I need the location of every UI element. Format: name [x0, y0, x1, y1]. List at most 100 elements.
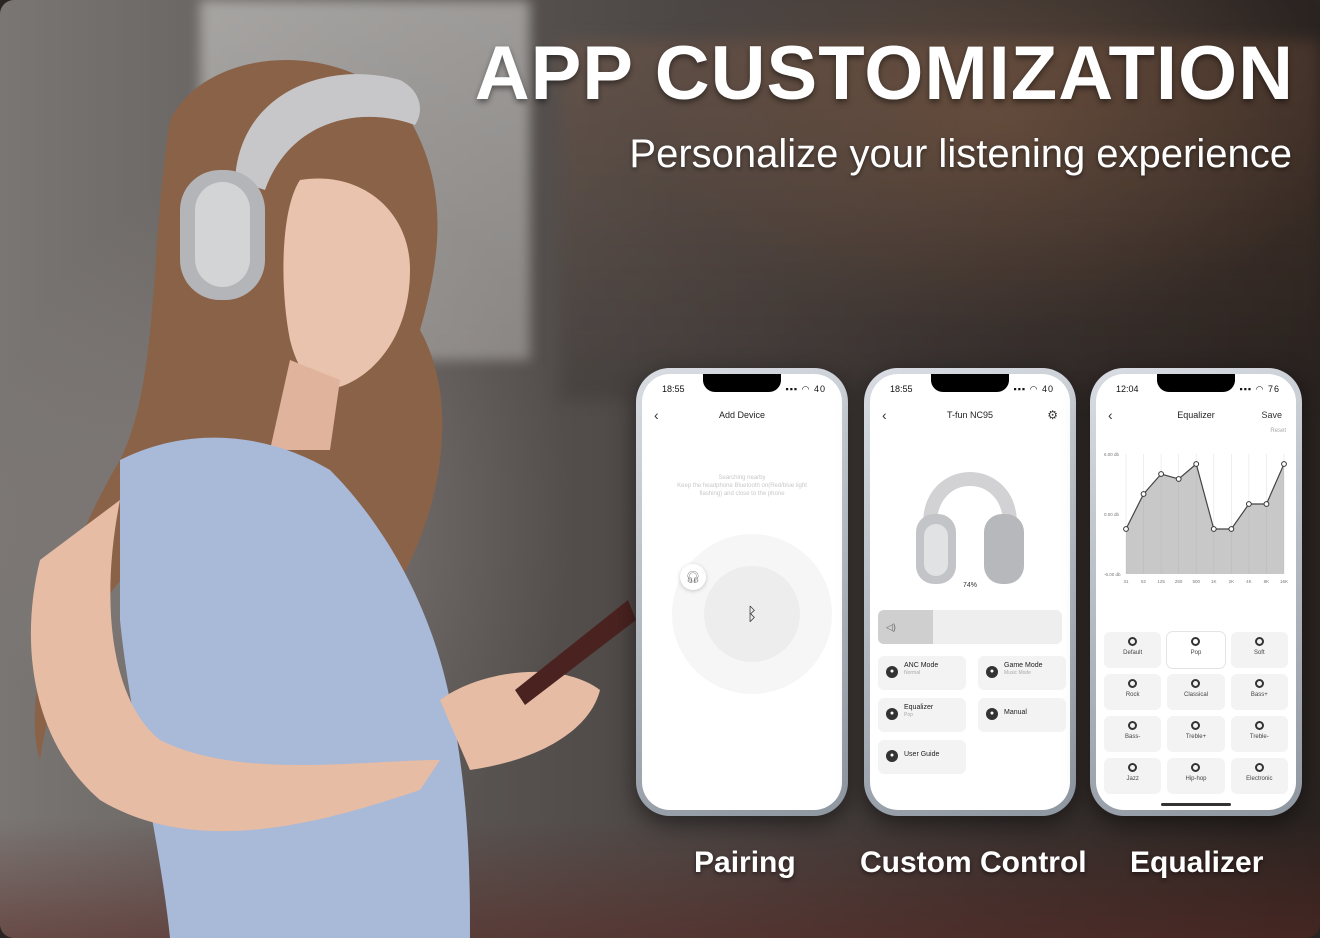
- eq-point[interactable]: [1228, 526, 1235, 532]
- signal-icon: ▪▪▪ ◠: [785, 384, 814, 394]
- woman-with-headphones-photo: [30, 60, 636, 938]
- caption-custom-control: Custom Control: [860, 846, 1087, 879]
- phone-screen: 12:04 ▪▪▪ ◠ 76 ‹ Equalizer Save Reset 6.…: [1096, 374, 1296, 810]
- eq-area: [1126, 464, 1284, 574]
- eq-point[interactable]: [1193, 461, 1200, 467]
- equalizer-chart[interactable]: 6.00 db 0.00 db -6.00 db31 62 125 250 500 1K 2K 4…: [1102, 444, 1290, 594]
- status-icons: ▪▪▪ ◠ 40: [1014, 384, 1054, 396]
- equalizer-icon: ●: [886, 708, 898, 720]
- control-anc-mode[interactable]: ● ANC Mode Normal: [878, 656, 966, 690]
- status-time: 18:55: [890, 384, 913, 394]
- x-tick-label: 1K: [1211, 579, 1217, 584]
- page-subtitle: Personalize your listening experience: [629, 132, 1292, 176]
- product-banner: APP CUSTOMIZATION Personalize your liste…: [0, 0, 1320, 938]
- eq-point[interactable]: [1281, 461, 1287, 467]
- preset-icon: [1191, 721, 1201, 730]
- status-icons: ▪▪▪ ◠ 40: [786, 384, 826, 396]
- preset-electronic[interactable]: Electronic: [1230, 758, 1288, 794]
- control-manual[interactable]: ● Manual: [978, 698, 1066, 732]
- game-icon: ●: [986, 666, 998, 678]
- preset-label: Treble-: [1249, 734, 1269, 740]
- caption-equalizer: Equalizer: [1130, 846, 1264, 879]
- x-tick-label: 8K: [1264, 579, 1270, 584]
- status-time: 12:04: [1116, 384, 1139, 394]
- preset-treble-[interactable]: Treble-: [1230, 716, 1288, 752]
- nav-title: T-fun NC95: [946, 410, 994, 420]
- preset-icon: [1254, 763, 1264, 772]
- volume-slider[interactable]: ◁): [878, 610, 1062, 644]
- x-tick-label: 31: [1123, 579, 1129, 584]
- phone-pairing: 18:55 ▪▪▪ ◠ 40 ‹ Add Device Searching ne…: [636, 368, 848, 816]
- preset-icon: [1254, 679, 1264, 688]
- hint-line: Keep the headphone Bluetooth on(Red/blue…: [677, 483, 807, 489]
- battery-indicator: 76: [1267, 384, 1280, 394]
- preset-bass-[interactable]: Bass-: [1104, 716, 1162, 752]
- preset-jazz[interactable]: Jazz: [1104, 758, 1162, 794]
- preset-pop[interactable]: Pop: [1167, 632, 1225, 668]
- preset-label: Jazz: [1126, 776, 1139, 782]
- x-tick-label: 4K: [1246, 579, 1252, 584]
- headphone-product-image: [916, 472, 1024, 584]
- control-user-guide[interactable]: ● User Guide: [878, 740, 966, 774]
- preset-soft[interactable]: Soft: [1230, 632, 1288, 668]
- manual-icon: ●: [986, 708, 998, 720]
- status-bar: 18:55 ▪▪▪ ◠ 40: [662, 384, 826, 396]
- battery-indicator: 40: [813, 384, 826, 394]
- preset-rock[interactable]: Rock: [1104, 674, 1162, 710]
- status-icons: ▪▪▪ ◠ 76: [1240, 384, 1280, 396]
- eq-point[interactable]: [1245, 501, 1252, 507]
- x-tick-label: 62: [1141, 579, 1147, 584]
- preset-icon: [1128, 763, 1138, 772]
- eq-point[interactable]: [1140, 491, 1147, 497]
- preset-default[interactable]: Default: [1104, 632, 1162, 668]
- x-tick-label: 500: [1192, 579, 1200, 584]
- caption-pairing: Pairing: [694, 846, 796, 879]
- control-game-mode[interactable]: ● Game Mode Music Mode: [978, 656, 1066, 690]
- phone-screen: 18:55 ▪▪▪ ◠ 40 ‹ T-fun NC95 ⚙ 74% ◁) ● A…: [870, 374, 1070, 810]
- preset-hip-hop[interactable]: Hip-hop: [1167, 758, 1225, 794]
- eq-point[interactable]: [1263, 501, 1270, 507]
- preset-label: Bass-: [1124, 734, 1141, 740]
- eq-point[interactable]: [1175, 476, 1182, 482]
- hint-line: Searching nearby: [718, 475, 766, 481]
- x-tick-label: 2K: [1229, 579, 1235, 584]
- bluetooth-icon[interactable]: ᛒ: [704, 566, 800, 662]
- signal-icon: ▪▪▪ ◠: [1239, 384, 1268, 394]
- status-bar: 12:04 ▪▪▪ ◠ 76: [1116, 384, 1280, 396]
- preset-treble-[interactable]: Treble+: [1167, 716, 1225, 752]
- save-button[interactable]: Save: [1261, 404, 1282, 426]
- control-label: ANC Mode: [904, 662, 939, 669]
- preset-label: Treble+: [1185, 734, 1207, 740]
- battery-level: 74%: [962, 582, 977, 589]
- preset-label: Bass+: [1250, 692, 1268, 698]
- phone-screen: 18:55 ▪▪▪ ◠ 40 ‹ Add Device Searching ne…: [642, 374, 842, 810]
- speaker-icon: ◁): [886, 622, 896, 632]
- preset-icon: [1254, 637, 1264, 646]
- x-tick-label: 16K: [1280, 579, 1288, 584]
- control-equalizer[interactable]: ● Equalizer Pop: [878, 698, 966, 732]
- preset-bass-[interactable]: Bass+: [1230, 674, 1288, 710]
- preset-classical[interactable]: Classical: [1167, 674, 1225, 710]
- preset-icon: [1128, 679, 1138, 688]
- status-time: 18:55: [662, 384, 685, 394]
- preset-icon: [1254, 721, 1264, 730]
- eq-point[interactable]: [1210, 526, 1217, 532]
- preset-icon: [1191, 763, 1201, 772]
- preset-label: Default: [1123, 650, 1143, 656]
- control-label: User Guide: [904, 751, 940, 758]
- anc-icon: ●: [886, 666, 898, 678]
- preset-icon: [1128, 637, 1138, 646]
- preset-grid: Default Pop Soft Rock Classical Bass+ Bass- Tre…: [1104, 632, 1288, 794]
- preset-icon: [1191, 679, 1201, 688]
- control-sub: Normal: [904, 670, 921, 676]
- headphone-icon[interactable]: 🎧︎: [680, 564, 706, 590]
- reset-button[interactable]: Reset: [1270, 428, 1286, 434]
- hint-line: flashing) and close to the phone: [699, 491, 785, 497]
- eq-point[interactable]: [1123, 526, 1129, 532]
- gear-icon[interactable]: ⚙: [1047, 404, 1058, 426]
- pairing-hint: Searching nearby Keep the headphone Blue…: [660, 474, 824, 498]
- y-tick-label: -6.00 db: [1104, 572, 1121, 577]
- control-sub: Music Mode: [1004, 670, 1031, 676]
- eq-point[interactable]: [1158, 471, 1165, 477]
- y-tick-label: 6.00 db: [1104, 452, 1120, 457]
